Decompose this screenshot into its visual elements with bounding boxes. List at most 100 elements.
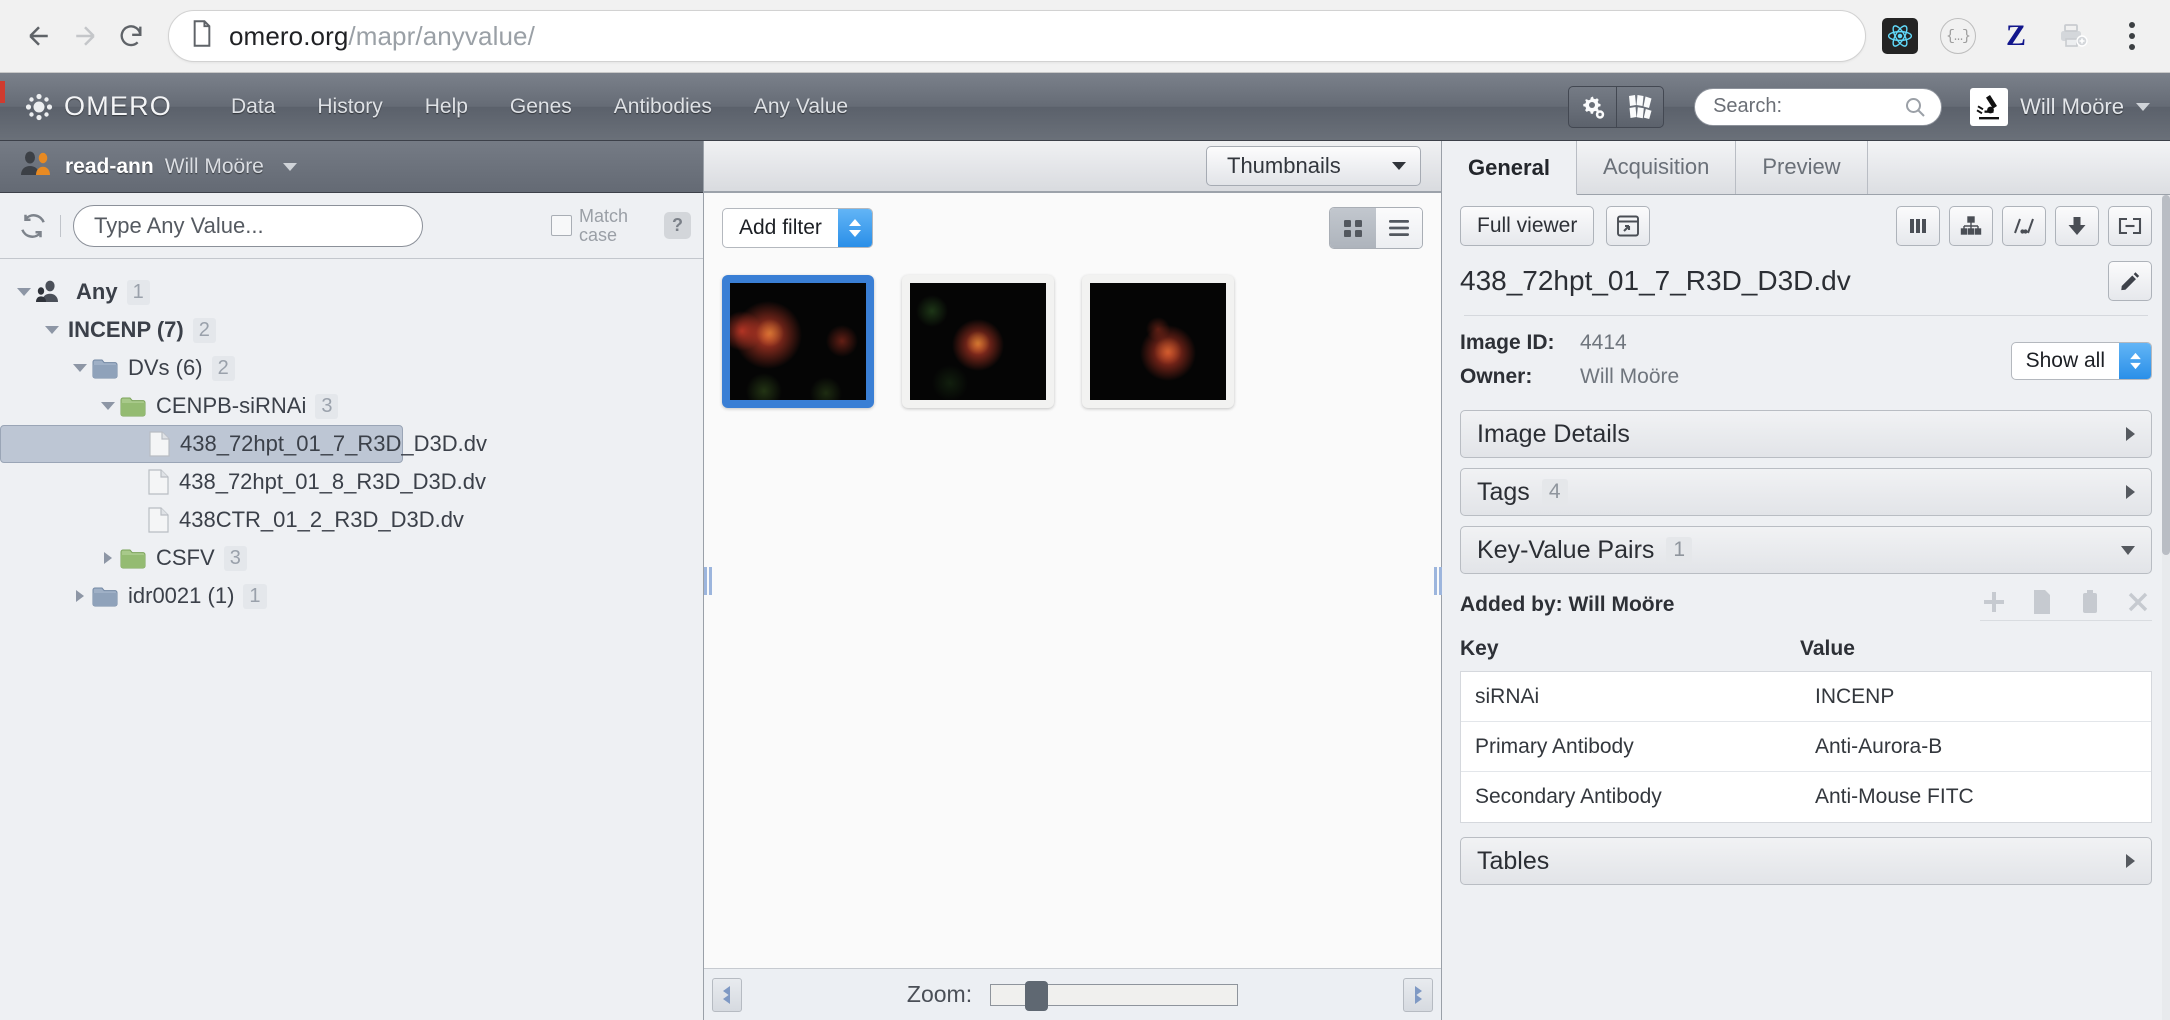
- user-menu[interactable]: Will Moöre: [1970, 87, 2150, 126]
- tree-node[interactable]: idr0021 (1) 1: [0, 577, 703, 615]
- tree-node[interactable]: 438_72hpt_01_8_R3D_D3D.dv: [0, 463, 703, 501]
- split-channel-icon[interactable]: [1896, 206, 1940, 246]
- delete-kv-button[interactable]: [2124, 588, 2152, 616]
- react-devtools-icon[interactable]: [1882, 18, 1918, 54]
- address-bar[interactable]: omero.org/mapr/anyvalue/: [168, 10, 1866, 62]
- plates-button[interactable]: [1616, 86, 1663, 127]
- tree-expand-open-icon[interactable]: [96, 402, 120, 410]
- kebab-menu-icon[interactable]: [2114, 18, 2150, 54]
- back-arrow-icon[interactable]: [16, 13, 62, 59]
- key-value-body: Added by: Will Moöre Key Value siRNAi IN…: [1442, 574, 2170, 823]
- zotero-connector-icon[interactable]: Z: [1998, 18, 2034, 54]
- omero-brand[interactable]: OMERO: [0, 91, 172, 122]
- scroll-right-button[interactable]: [1403, 977, 1433, 1012]
- admin-gear-button[interactable]: [1569, 87, 1616, 127]
- left-splitter-handle[interactable]: [703, 564, 712, 598]
- view-mode-chevron-down-icon[interactable]: [1392, 162, 1406, 170]
- tables-accordion: Tables: [1442, 823, 2170, 885]
- zoom-slider[interactable]: [990, 980, 1239, 1011]
- chevron-right-icon[interactable]: [2126, 854, 2135, 868]
- search-input[interactable]: Search:: [1694, 87, 1943, 126]
- group-user-bar[interactable]: read-ann Will Moöre: [0, 141, 703, 193]
- thumbnail-438_72hpt_01_8[interactable]: [902, 275, 1054, 408]
- refresh-icon[interactable]: [18, 211, 48, 241]
- meta-value-image-id: 4414: [1580, 331, 1627, 354]
- nav-item-genes[interactable]: Genes: [489, 95, 593, 119]
- kv-cell-key: Primary Antibody: [1475, 734, 1634, 758]
- add-filter-select[interactable]: Add filter: [722, 208, 873, 248]
- full-viewer-button[interactable]: Full viewer: [1460, 206, 1595, 246]
- scrollbar-thumb[interactable]: [2162, 195, 2170, 555]
- zoom-label: Zoom:: [906, 981, 973, 1007]
- accordion-tags[interactable]: Tags 4: [1460, 468, 2152, 516]
- nav-item-data[interactable]: Data: [210, 95, 296, 119]
- link-icon[interactable]: [2108, 206, 2152, 246]
- tree-node[interactable]: 438CTR_01_2_R3D_D3D.dv: [0, 501, 703, 539]
- any-value-input[interactable]: Type Any Value...: [73, 204, 423, 247]
- tree-expand-open-icon[interactable]: [68, 364, 92, 372]
- nav-item-history[interactable]: History: [296, 95, 403, 119]
- match-case-checkbox[interactable]: [551, 215, 572, 236]
- kv-table-row[interactable]: Primary Antibody Anti-Aurora-B: [1461, 722, 2151, 772]
- show-all-stepper-icon[interactable]: [2119, 343, 2151, 379]
- reload-icon[interactable]: [108, 13, 154, 59]
- show-all-select[interactable]: Show all: [2010, 342, 2152, 380]
- scroll-left-button[interactable]: [712, 977, 742, 1012]
- center-bottom-bar: Zoom:: [704, 968, 1441, 1020]
- owner-name-label: Will Moöre: [164, 154, 264, 178]
- tab-acquisition[interactable]: Acquisition: [1577, 141, 1737, 194]
- view-mode-select[interactable]: Thumbnails: [1206, 146, 1421, 186]
- accordion-tables[interactable]: Tables: [1460, 837, 2152, 885]
- pencil-edit-icon[interactable]: [2108, 261, 2152, 301]
- tree-node[interactable]: Any 1: [0, 273, 703, 311]
- tree-node-label: Any: [76, 279, 118, 304]
- list-view-button[interactable]: [1376, 208, 1422, 248]
- tab-preview[interactable]: Preview: [1736, 141, 1868, 194]
- thumbnail-438CTR_01_2[interactable]: [1082, 275, 1234, 408]
- microscope-icon: [1970, 87, 2009, 126]
- tree-node[interactable]: DVs (6) 2: [0, 349, 703, 387]
- folder-blue-icon: [92, 358, 118, 379]
- add-filter-label: Add filter: [739, 216, 822, 239]
- zoom-slider-handle[interactable]: [1025, 980, 1049, 1011]
- tab-general[interactable]: General: [1442, 141, 1577, 195]
- kv-table-row[interactable]: siRNAi INCENP: [1461, 672, 2151, 722]
- download-icon[interactable]: [2055, 206, 2099, 246]
- chevron-right-icon[interactable]: [2126, 427, 2135, 441]
- tree-node[interactable]: 438_72hpt_01_7_R3D_D3D.dv: [0, 425, 487, 463]
- open-in-window-icon[interactable]: [1606, 206, 1651, 246]
- print-icon[interactable]: [2056, 18, 2092, 54]
- tree-node[interactable]: CSFV 3: [0, 539, 703, 577]
- tree-node[interactable]: CENPB-siRNAi 3: [0, 387, 703, 425]
- nav-item-antibodies[interactable]: Antibodies: [593, 95, 733, 119]
- chevron-right-icon[interactable]: [2126, 485, 2135, 499]
- group-chevron-down-icon[interactable]: [282, 162, 297, 171]
- match-case-control[interactable]: Match case ?: [551, 206, 691, 245]
- tree-expand-closed-icon[interactable]: [96, 552, 120, 564]
- right-splitter-handle[interactable]: [1433, 564, 1442, 598]
- paste-kv-button[interactable]: [2076, 588, 2104, 616]
- chevron-down-icon[interactable]: [2136, 102, 2150, 111]
- json-viewer-icon[interactable]: {…}: [1940, 18, 1976, 54]
- right-panel-scrollbar[interactable]: [2162, 195, 2170, 1020]
- plot-icon[interactable]: [2002, 206, 2046, 246]
- add-filter-stepper-icon[interactable]: [837, 209, 872, 247]
- tree-expand-closed-icon[interactable]: [68, 590, 92, 602]
- tree-expand-open-icon[interactable]: [40, 326, 64, 334]
- accordion-key-value-pairs[interactable]: Key-Value Pairs 1: [1460, 526, 2152, 574]
- help-icon[interactable]: ?: [664, 212, 691, 239]
- grid-view-button[interactable]: [1330, 208, 1376, 248]
- tree-node[interactable]: INCENP (7) 2: [0, 311, 703, 349]
- copy-kv-button[interactable]: [2028, 588, 2056, 616]
- chevron-down-icon[interactable]: [2121, 545, 2135, 555]
- add-kv-button[interactable]: [1980, 588, 2008, 616]
- hierarchy-icon[interactable]: [1949, 206, 1993, 246]
- nav-item-help[interactable]: Help: [404, 95, 489, 119]
- kv-table-row[interactable]: Secondary Antibody Anti-Mouse FITC: [1461, 772, 2151, 822]
- accordion-image-details[interactable]: Image Details: [1460, 410, 2152, 458]
- tree-node-count: 3: [223, 545, 247, 571]
- kv-cell-key: siRNAi: [1475, 684, 1540, 708]
- nav-item-any-value[interactable]: Any Value: [733, 95, 869, 119]
- thumbnail-438_72hpt_01_7[interactable]: [722, 275, 874, 408]
- tree-expand-open-icon[interactable]: [12, 288, 36, 296]
